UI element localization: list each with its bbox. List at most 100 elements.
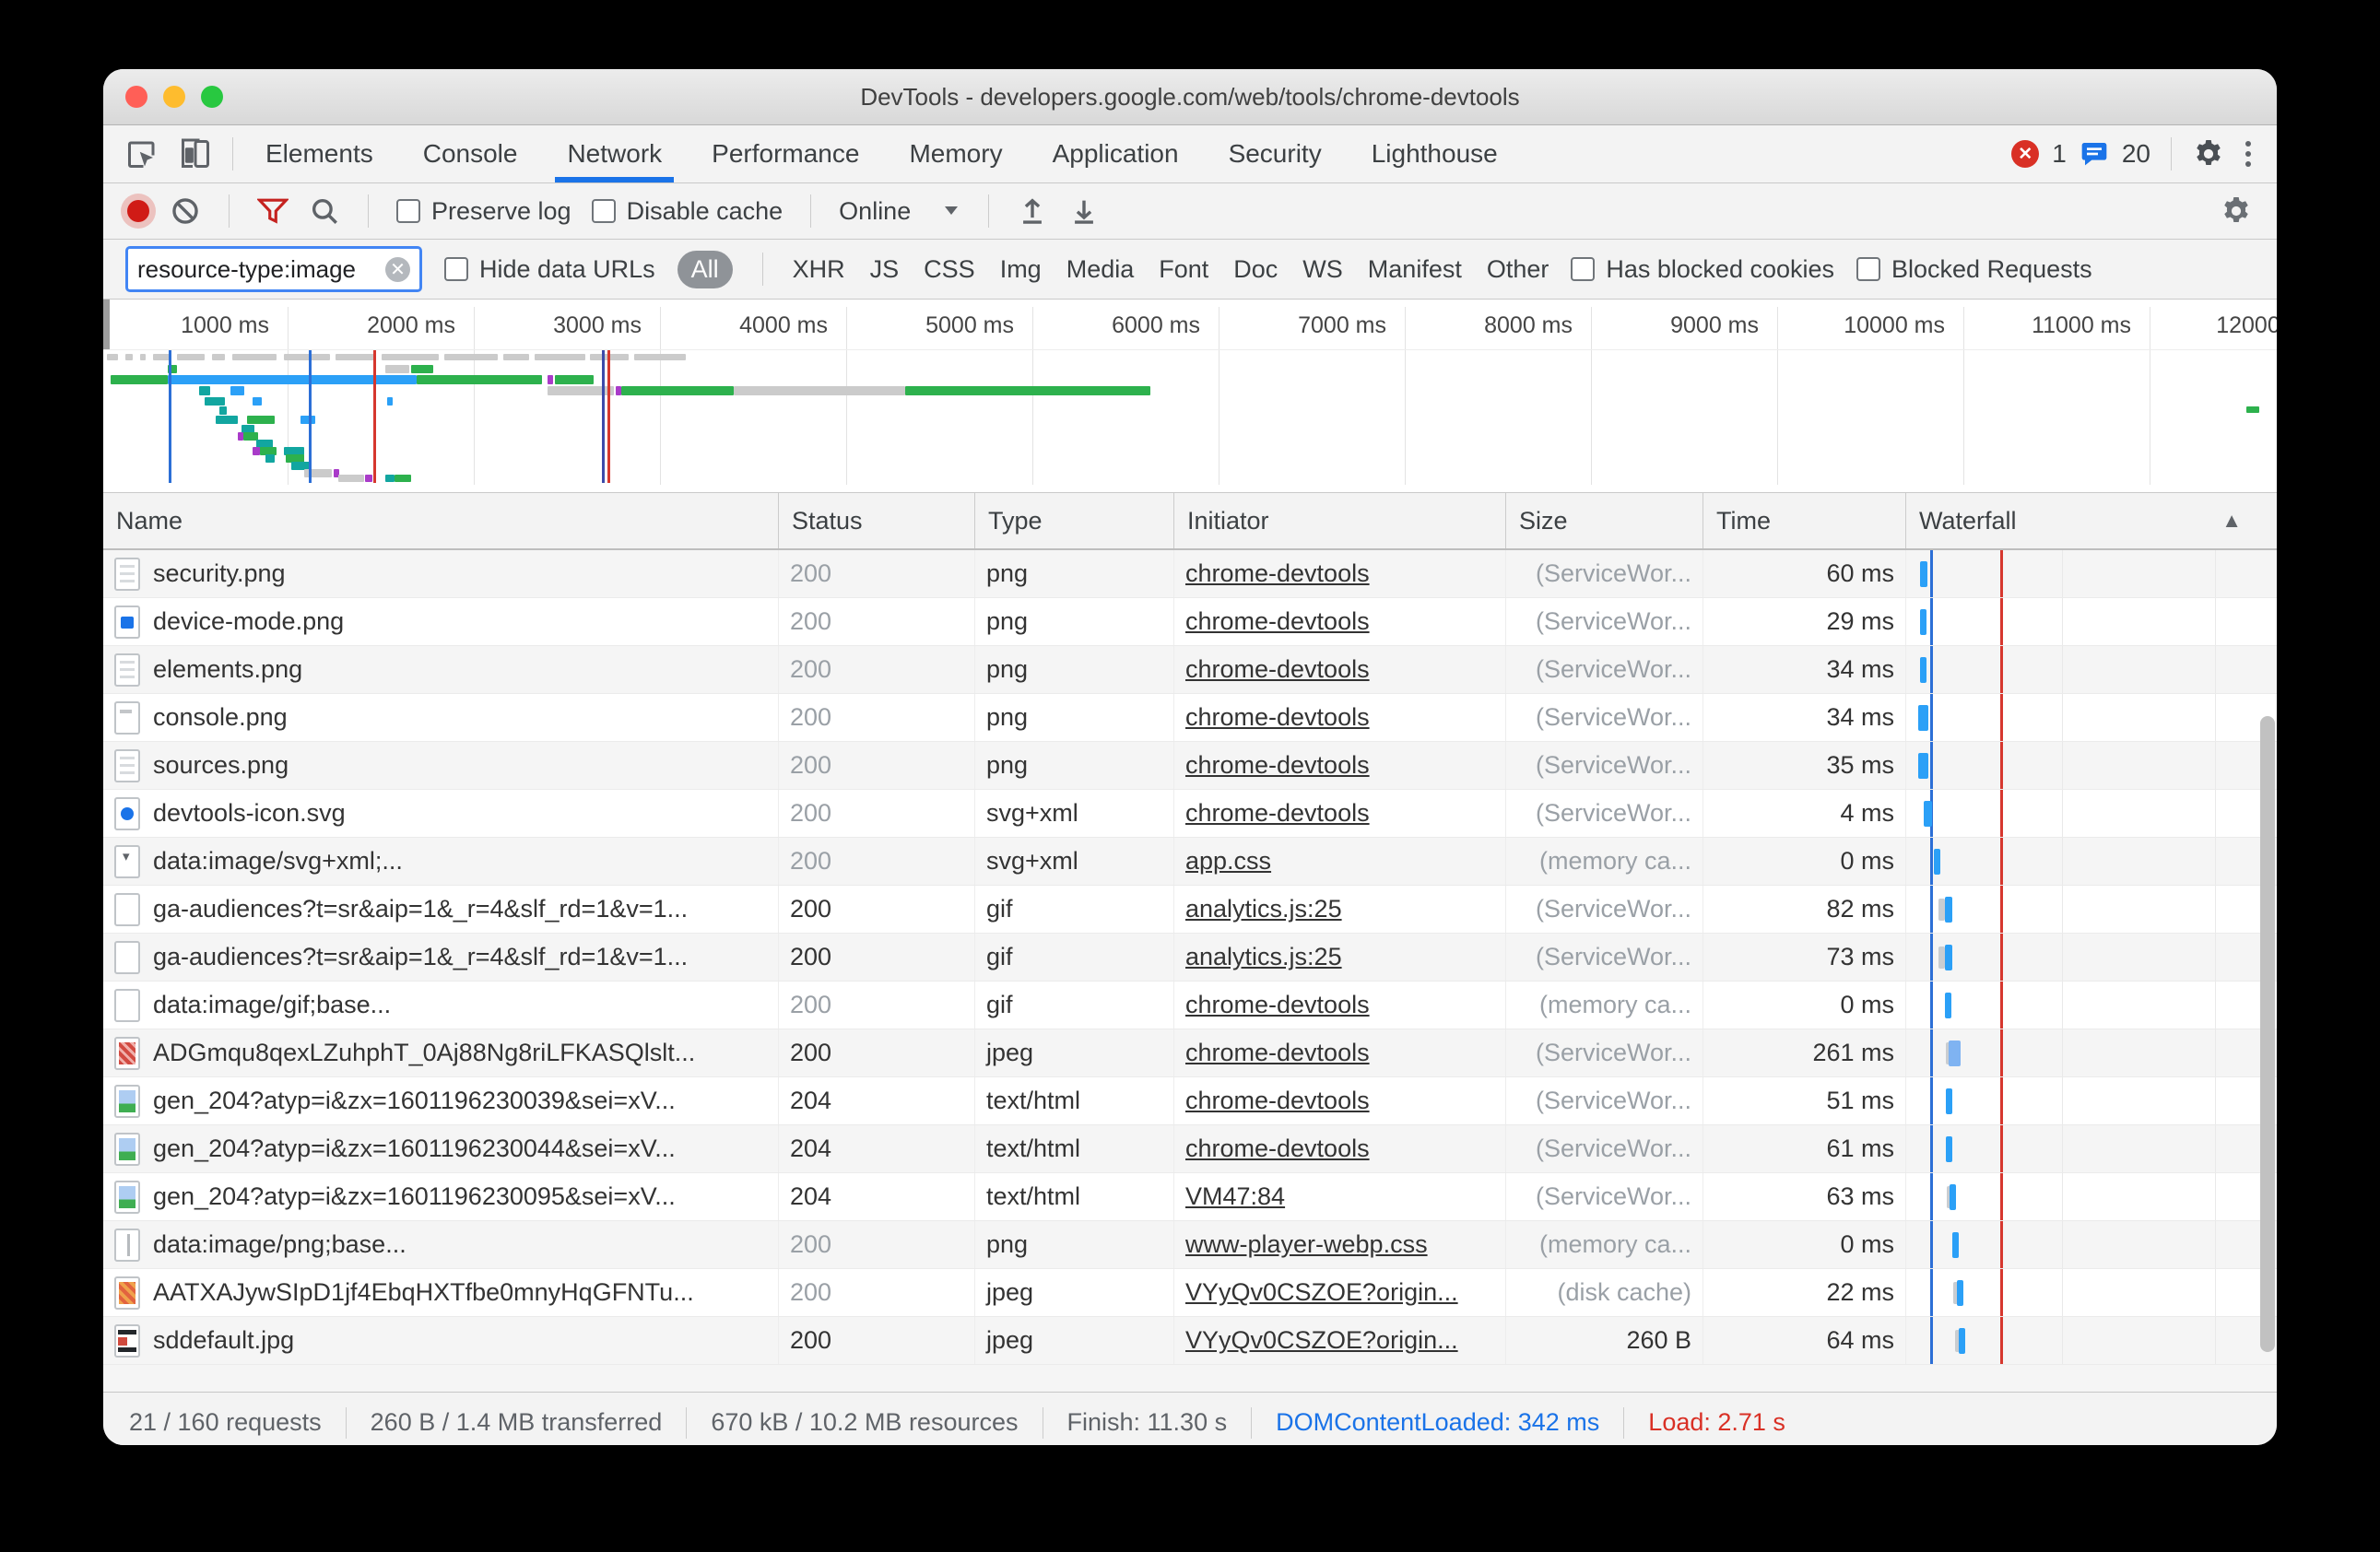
network-settings-gear-icon[interactable] xyxy=(2220,194,2253,228)
disable-cache-checkbox[interactable]: Disable cache xyxy=(592,197,784,226)
tab-network[interactable]: Network xyxy=(542,125,687,182)
column-header-name[interactable]: Name xyxy=(103,493,778,548)
clear-icon[interactable] xyxy=(170,195,201,227)
column-header-initiator[interactable]: Initiator xyxy=(1173,493,1505,548)
sort-ascending-icon[interactable]: ▲ xyxy=(2221,509,2242,533)
table-row[interactable]: data:image/gif;base... 200 gif chrome-de… xyxy=(103,982,2277,1029)
close-window-button[interactable] xyxy=(125,86,147,108)
table-row[interactable]: devtools-icon.svg 200 svg+xml chrome-dev… xyxy=(103,790,2277,838)
table-row[interactable]: security.png 200 png chrome-devtools (Se… xyxy=(103,550,2277,598)
record-button[interactable] xyxy=(127,200,149,222)
filter-type-js[interactable]: JS xyxy=(870,255,900,284)
filter-type-other[interactable]: Other xyxy=(1487,255,1549,284)
request-initiator-link[interactable]: app.css xyxy=(1185,847,1271,876)
overview-bar xyxy=(205,397,225,406)
filter-type-all[interactable]: All xyxy=(677,251,733,288)
request-initiator-link[interactable]: chrome-devtools xyxy=(1185,1135,1370,1163)
filter-icon[interactable] xyxy=(257,196,289,226)
table-row[interactable]: ADGmqu8qexLZuhphT_0Aj88Ng8riLFKASQlslt..… xyxy=(103,1029,2277,1077)
message-bubble-icon[interactable] xyxy=(2080,139,2109,169)
zoom-window-button[interactable] xyxy=(201,86,223,108)
table-row[interactable]: device-mode.png 200 png chrome-devtools … xyxy=(103,598,2277,646)
request-initiator-link[interactable]: chrome-devtools xyxy=(1185,991,1370,1019)
checkbox-box[interactable] xyxy=(444,257,468,281)
column-header-size[interactable]: Size xyxy=(1505,493,1703,548)
column-header-time[interactable]: Time xyxy=(1703,493,1905,548)
request-initiator-link[interactable]: chrome-devtools xyxy=(1185,559,1370,588)
export-har-icon[interactable] xyxy=(1068,195,1100,227)
table-row[interactable]: data:image/png;base... 200 png www-playe… xyxy=(103,1221,2277,1269)
table-row[interactable]: gen_204?atyp=i&zx=1601196230095&sei=xV..… xyxy=(103,1173,2277,1221)
column-header-waterfall[interactable]: Waterfall ▲ xyxy=(1905,493,2277,548)
table-row[interactable]: sources.png 200 png chrome-devtools (Ser… xyxy=(103,742,2277,790)
more-options-icon[interactable] xyxy=(2238,141,2258,167)
filter-type-css[interactable]: CSS xyxy=(924,255,975,284)
filter-type-manifest[interactable]: Manifest xyxy=(1368,255,1462,284)
throttling-dropdown[interactable]: Online xyxy=(839,197,960,226)
request-initiator-link[interactable]: VYyQv0CSZOE?origin... xyxy=(1185,1326,1458,1355)
network-overview[interactable]: 1000 ms2000 ms3000 ms4000 ms5000 ms6000 … xyxy=(103,300,2277,493)
column-header-type[interactable]: Type xyxy=(974,493,1173,548)
table-row[interactable]: gen_204?atyp=i&zx=1601196230039&sei=xV..… xyxy=(103,1077,2277,1125)
request-waterfall xyxy=(1905,1077,2277,1124)
checkbox-box[interactable] xyxy=(396,199,420,223)
table-row[interactable]: AATXAJywSIpD1jf4EbqHXTfbe0mnyHqGFNTu... … xyxy=(103,1269,2277,1317)
search-icon[interactable] xyxy=(309,195,340,227)
tab-memory[interactable]: Memory xyxy=(884,125,1027,182)
tab-application[interactable]: Application xyxy=(1028,125,1204,182)
clear-filter-icon[interactable]: ✕ xyxy=(385,257,410,282)
filter-type-img[interactable]: Img xyxy=(1000,255,1042,284)
filter-type-doc[interactable]: Doc xyxy=(1233,255,1278,284)
error-icon[interactable]: ✕ xyxy=(2011,140,2039,168)
request-initiator-link[interactable]: chrome-devtools xyxy=(1185,799,1370,828)
minimize-window-button[interactable] xyxy=(163,86,185,108)
table-row[interactable]: gen_204?atyp=i&zx=1601196230044&sei=xV..… xyxy=(103,1125,2277,1173)
request-initiator-link[interactable]: analytics.js:25 xyxy=(1185,943,1342,971)
table-row[interactable]: sddefault.jpg 200 jpeg VYyQv0CSZOE?origi… xyxy=(103,1317,2277,1365)
checkbox-box[interactable] xyxy=(592,199,616,223)
device-toolbar-icon[interactable] xyxy=(179,137,212,170)
import-har-icon[interactable] xyxy=(1017,195,1048,227)
filter-type-media[interactable]: Media xyxy=(1066,255,1135,284)
table-row[interactable]: elements.png 200 png chrome-devtools (Se… xyxy=(103,646,2277,694)
inspect-element-icon[interactable] xyxy=(125,137,159,170)
hide-data-urls-checkbox[interactable]: Hide data URLs xyxy=(444,255,655,284)
checkbox-box[interactable] xyxy=(1856,257,1880,281)
tab-elements[interactable]: Elements xyxy=(241,125,398,182)
request-status: 200 xyxy=(778,646,974,693)
table-row[interactable]: ga-audiences?t=sr&aip=1&_r=4&slf_rd=1&v=… xyxy=(103,934,2277,982)
blocked-requests-checkbox[interactable]: Blocked Requests xyxy=(1856,255,2092,284)
request-initiator-link[interactable]: VM47:84 xyxy=(1185,1182,1285,1211)
request-initiator-link[interactable]: chrome-devtools xyxy=(1185,607,1370,636)
file-icon xyxy=(114,701,140,735)
table-row[interactable]: ga-audiences?t=sr&aip=1&_r=4&slf_rd=1&v=… xyxy=(103,886,2277,934)
tab-performance[interactable]: Performance xyxy=(687,125,884,182)
request-initiator-link[interactable]: VYyQv0CSZOE?origin... xyxy=(1185,1278,1458,1307)
request-initiator-link[interactable]: chrome-devtools xyxy=(1185,1087,1370,1115)
tab-console[interactable]: Console xyxy=(398,125,543,182)
filter-type-ws[interactable]: WS xyxy=(1302,255,1343,284)
checkbox-box[interactable] xyxy=(1571,257,1595,281)
settings-gear-icon[interactable] xyxy=(2192,137,2225,170)
filter-type-xhr[interactable]: XHR xyxy=(793,255,845,284)
request-initiator-link[interactable]: chrome-devtools xyxy=(1185,751,1370,780)
tab-lighthouse[interactable]: Lighthouse xyxy=(1347,125,1523,182)
table-row[interactable]: console.png 200 png chrome-devtools (Ser… xyxy=(103,694,2277,742)
request-initiator-link[interactable]: analytics.js:25 xyxy=(1185,895,1342,923)
table-row[interactable]: data:image/svg+xml;... 200 svg+xml app.c… xyxy=(103,838,2277,886)
preserve-log-checkbox[interactable]: Preserve log xyxy=(396,197,571,226)
table-header: Name Status Type Initiator Size Time Wat… xyxy=(103,493,2277,550)
request-name: sources.png xyxy=(153,751,289,780)
has-blocked-cookies-checkbox[interactable]: Has blocked cookies xyxy=(1571,255,1834,284)
ruler-label: 7000 ms xyxy=(1248,312,1386,339)
request-initiator-link[interactable]: www-player-webp.css xyxy=(1185,1230,1428,1259)
filter-input[interactable]: resource-type:image ✕ xyxy=(125,246,422,292)
waterfall-bar xyxy=(1949,1041,1961,1066)
filter-type-font[interactable]: Font xyxy=(1159,255,1208,284)
tab-security[interactable]: Security xyxy=(1204,125,1347,182)
request-initiator-link[interactable]: chrome-devtools xyxy=(1185,1039,1370,1067)
request-initiator-link[interactable]: chrome-devtools xyxy=(1185,703,1370,732)
column-header-status[interactable]: Status xyxy=(778,493,974,548)
ruler-label: 5000 ms xyxy=(876,312,1014,339)
request-initiator-link[interactable]: chrome-devtools xyxy=(1185,655,1370,684)
